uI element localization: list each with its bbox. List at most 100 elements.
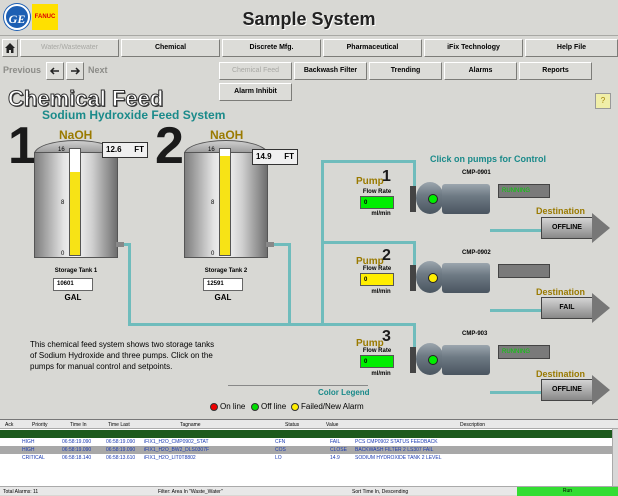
pump-2[interactable] [408,257,492,297]
alarm-scrollbar[interactable] [612,429,618,486]
pump-3-flow-value: 0 [360,355,394,368]
alarm-summary-panel[interactable]: Ack Priority Time In Time Last Tagname S… [0,419,618,496]
subnav-alarms[interactable]: Alarms [444,62,517,80]
alarm-cell-value: CLOSE [330,447,347,453]
pump-3-motor [442,345,490,375]
nav-help-file[interactable]: Help File [525,39,618,57]
pump-2-dest-value: FAIL [541,297,593,319]
subnav-reports[interactable]: Reports [519,62,592,80]
subnav-backwash-filter[interactable]: Backwash Filter [294,62,367,80]
alarm-row[interactable]: HIGH 06:58:19.090 06:58:19.090 iFIX1_H2O_BW… [0,446,612,454]
tank-2-outlet [266,242,274,247]
col-time-in[interactable]: Time In [70,422,86,428]
alarm-cell-tagname: iFIX1_H2O_LIT0T8802 [144,455,196,461]
arrow-right-icon [592,375,610,405]
pipe [128,243,131,325]
tank-2-number: 2 [155,117,184,175]
pump-1-status: RUNNING [498,184,550,198]
arrow-right-icon [71,67,81,75]
col-description[interactable]: Description [460,422,485,428]
offline-dot-icon [251,402,259,411]
pump-3[interactable] [408,339,492,379]
previous-button[interactable] [46,62,64,80]
pump-3-flow-unit: ml/min [371,371,391,377]
tank-2-tick: 8 [211,200,215,206]
alarm-cell-time-in: 06:58:19.090 [62,439,92,445]
nav-discrete-mfg[interactable]: Discrete Mfg. [222,39,321,57]
col-priority[interactable]: Priority [32,422,48,428]
legend-title: Color Legend [318,388,370,397]
arrow-right-icon [592,213,610,243]
alarm-cell-status: CFN [275,439,286,445]
alarm-row[interactable]: CRITICAL 06:58:18.140 06:58:13.610 iFIX1_H2… [0,454,612,462]
system-title: Sample System [242,9,376,29]
pipe [321,241,415,244]
legend-failed-label: Failed/New Alarm [301,402,364,411]
next-button[interactable] [66,62,84,80]
pump-1-flow-unit: ml/min [371,211,391,217]
nav-ifix-technology[interactable]: iFix Technology [424,39,523,57]
legend-item-failed: Failed/New Alarm [291,402,364,411]
alarm-cell-priority: HIGH [22,439,35,445]
tank-1-level-value: 12.6 [106,145,122,154]
legend-divider [228,385,368,386]
alarm-cell-tagname: iFIX1_H2O_CMP0902_STAT [144,439,209,445]
subnav-chemical-feed[interactable]: Chemical Feed [219,62,292,80]
help-icon[interactable]: ? [595,93,611,109]
tank-1-gallons: 10601 [53,278,93,291]
alarm-cell-value: 14.9 [330,455,340,461]
alarm-inhibit-button[interactable]: Alarm Inhibit [219,83,292,101]
pump-1-flow-label: Flow Rate [362,189,392,195]
home-icon [5,43,15,53]
total-alarms: Total Alarms: 11 [3,489,39,495]
pump-3-destination[interactable]: OFFLINE [541,375,611,405]
col-tagname[interactable]: Tagname [180,422,201,428]
nav-water-wastewater[interactable]: Water/Wastewater [20,39,119,57]
tank-2-name: Storage Tank 2 [204,268,248,274]
pump-3-status: RUNNING [498,345,550,359]
tank-2-level-value: 14.9 [256,152,272,161]
legend-offline-label: Off line [261,402,287,411]
pump-1-number: 1 [382,168,391,185]
previous-label: Previous [3,65,42,75]
pump-3-indicator [428,355,438,365]
pump-2-flow-unit: ml/min [371,289,391,295]
pump-1[interactable] [408,178,492,218]
tank-2-gal-unit: GAL [214,293,232,302]
alarm-row[interactable]: HIGH 06:58:19.090 06:58:19.090 iFIX1_H2O_CM… [0,438,612,446]
pump-2-destination[interactable]: FAIL [541,293,611,323]
pump-2-number: 2 [382,247,391,264]
tank-1-gal-unit: GAL [64,293,82,302]
pump-1-dest-value: OFFLINE [541,217,593,239]
col-value[interactable]: Value [326,422,338,428]
arrow-left-icon [49,67,59,75]
home-button[interactable] [2,39,18,57]
tank-1-name: Storage Tank 1 [54,268,98,274]
alarm-cell-status: LO [275,455,282,461]
col-ack[interactable]: Ack [5,422,13,428]
pipe [128,323,324,326]
alarm-cell-status: COS [275,447,286,453]
nav-pharmaceutical[interactable]: Pharmaceutical [323,39,422,57]
alarm-row[interactable] [0,430,612,438]
tank-2-level-bar [219,148,231,256]
alarm-table-header: Ack Priority Time In Time Last Tagname S… [0,420,618,429]
col-time-last[interactable]: Time Last [108,422,130,428]
legend-item-online: On line [210,402,245,411]
tank-1-tick: 0 [61,251,65,257]
pump-3-flow-label: Flow Rate [362,348,392,354]
pump-1-label: Pump [356,176,384,187]
tank-1-level-fill [70,171,80,255]
online-dot-icon [210,402,218,411]
col-status[interactable]: Status [285,422,299,428]
alarm-run-status: Run [517,487,618,496]
pump-3-dest-value: OFFLINE [541,379,593,401]
subnav-trending[interactable]: Trending [369,62,442,80]
arrow-right-icon [592,293,610,323]
pipe [288,243,291,325]
nav-chemical[interactable]: Chemical [121,39,220,57]
alarm-cell-time-last: 06:58:13.610 [106,455,136,461]
pump-1-destination[interactable]: OFFLINE [541,213,611,243]
legend-item-offline: Off line [251,402,286,411]
pump-2-status [498,264,550,278]
